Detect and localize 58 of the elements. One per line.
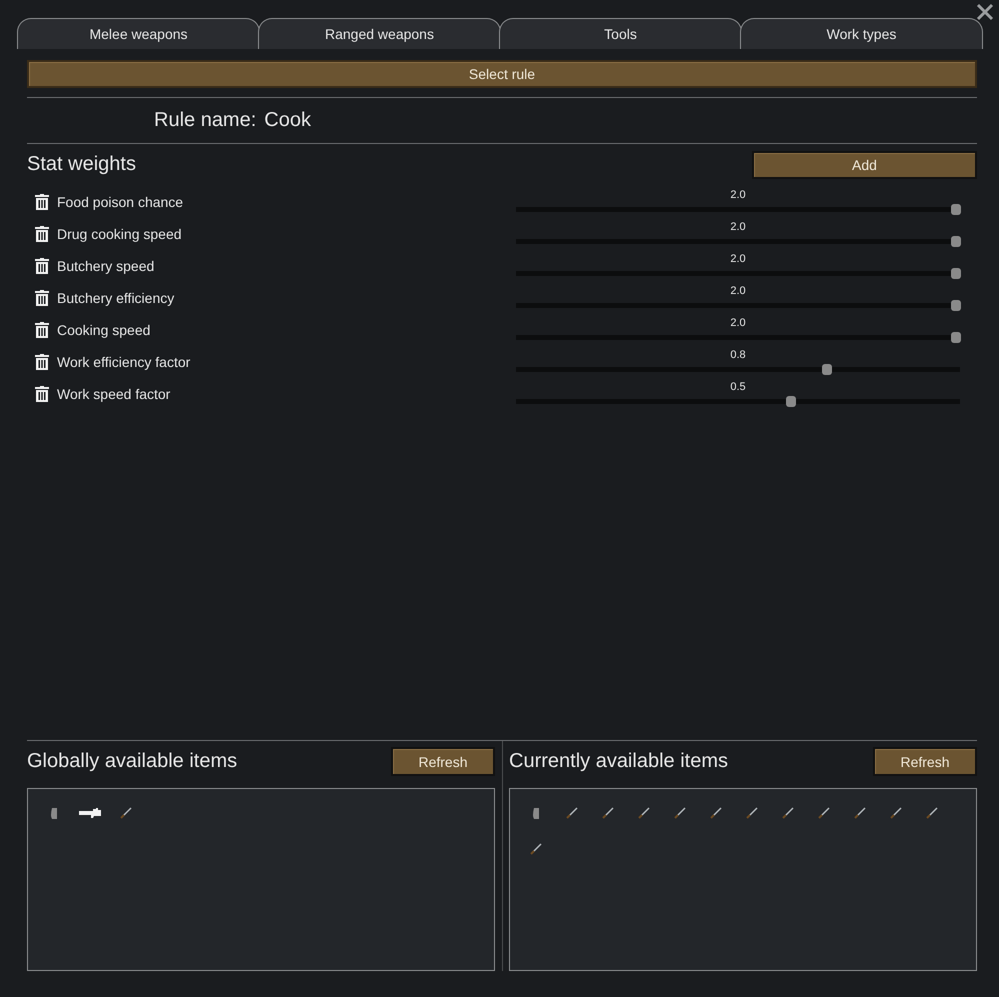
slider-reading: 2.0 bbox=[730, 189, 746, 203]
section-title: Stat weights bbox=[27, 153, 136, 176]
knife-icon[interactable] bbox=[674, 807, 686, 819]
slider-thumb[interactable] bbox=[950, 332, 961, 343]
knife-icon[interactable] bbox=[818, 807, 830, 819]
trash-icon[interactable] bbox=[35, 226, 49, 242]
stat-name: Drug cooking speed bbox=[57, 226, 182, 242]
select-rule-button[interactable]: Select rule bbox=[27, 60, 977, 88]
trash-icon[interactable] bbox=[35, 354, 49, 370]
section-title: Currently available items bbox=[509, 750, 728, 773]
add-button[interactable]: Add bbox=[752, 150, 977, 178]
tab[interactable]: Ranged weapons bbox=[258, 18, 501, 49]
slider-thumb[interactable] bbox=[822, 364, 832, 375]
close-icon[interactable] bbox=[975, 2, 995, 22]
knife-icon[interactable] bbox=[602, 807, 614, 819]
stat-name: Food poison chance bbox=[57, 194, 184, 210]
section-title: Globally available items bbox=[27, 750, 238, 773]
slider-thumb[interactable] bbox=[950, 204, 961, 215]
trash-icon[interactable] bbox=[35, 386, 49, 402]
tab[interactable]: Tools bbox=[499, 18, 742, 49]
slider-thumb[interactable] bbox=[950, 236, 961, 247]
knife-icon[interactable] bbox=[782, 807, 794, 819]
tab[interactable]: Melee weapons bbox=[17, 18, 260, 49]
gun-icon[interactable] bbox=[79, 808, 101, 818]
rule-name-label: Rule name: bbox=[154, 109, 256, 132]
trash-icon[interactable] bbox=[35, 194, 49, 210]
stat-name: Butchery speed bbox=[57, 258, 154, 274]
slider-reading: 0.8 bbox=[730, 349, 746, 363]
stat-name: Work speed factor bbox=[57, 386, 170, 402]
slider-reading: 2.0 bbox=[730, 285, 746, 299]
knife-icon[interactable] bbox=[854, 807, 866, 819]
trash-icon[interactable] bbox=[35, 290, 49, 306]
knife-icon[interactable] bbox=[638, 807, 650, 819]
slider-reading: 2.0 bbox=[730, 221, 746, 235]
trash-icon[interactable] bbox=[35, 322, 49, 338]
stat-name: Work efficiency factor bbox=[57, 354, 190, 370]
knife-icon[interactable] bbox=[926, 807, 938, 819]
rule-name-value: Cook bbox=[264, 109, 311, 132]
refresh-button[interactable]: Refresh bbox=[873, 747, 977, 776]
stat-name: Cooking speed bbox=[57, 322, 150, 338]
slider-reading: 0.5 bbox=[730, 381, 746, 395]
slider-reading: 2.0 bbox=[730, 253, 746, 267]
tab[interactable]: Work types bbox=[740, 18, 983, 49]
slider-thumb[interactable] bbox=[950, 268, 961, 279]
knife-icon[interactable] bbox=[530, 843, 542, 855]
shield-icon[interactable] bbox=[50, 808, 58, 818]
knife-icon[interactable] bbox=[890, 807, 902, 819]
knife-icon[interactable] bbox=[746, 807, 758, 819]
trash-icon[interactable] bbox=[35, 258, 49, 274]
refresh-button[interactable]: Refresh bbox=[391, 747, 495, 776]
stat-name: Butchery efficiency bbox=[57, 290, 174, 306]
slider-thumb[interactable] bbox=[950, 300, 961, 311]
knife-icon[interactable] bbox=[710, 807, 722, 819]
knife-icon[interactable] bbox=[120, 807, 132, 819]
knife-icon[interactable] bbox=[566, 807, 578, 819]
slider-thumb[interactable] bbox=[786, 396, 796, 407]
shield-icon[interactable] bbox=[532, 808, 540, 818]
slider-reading: 2.0 bbox=[730, 317, 746, 331]
